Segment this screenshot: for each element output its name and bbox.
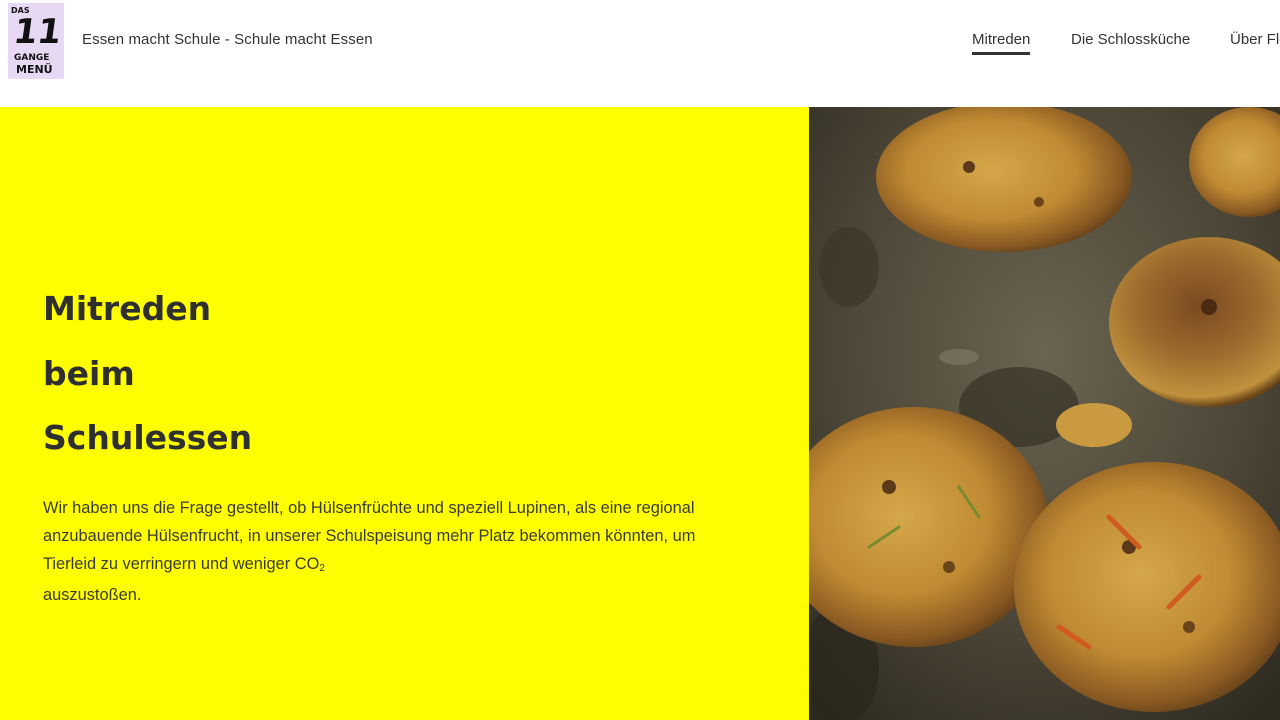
site-header: DAS 11 GANGE MENÜ Essen macht Schule - S… bbox=[0, 0, 1280, 107]
patties-photo bbox=[809, 107, 1280, 720]
hero-text-end: auszustoßen. bbox=[43, 586, 142, 604]
logo-text-number: 11 bbox=[11, 12, 64, 52]
hero-title-line: Mitreden bbox=[43, 289, 212, 328]
hero-description: Wir haben uns die Frage gestellt, ob Hül… bbox=[43, 494, 743, 609]
logo-text-gange: GANGE bbox=[14, 53, 49, 63]
hero-image bbox=[809, 107, 1280, 720]
nav-item-mitreden[interactable]: Mitreden bbox=[972, 31, 1031, 55]
site-title[interactable]: Essen macht Schule - Schule macht Essen bbox=[82, 31, 373, 48]
nav-item-schlosskueche[interactable]: Die Schlossküche bbox=[1071, 31, 1190, 48]
co2-subscript: 2 bbox=[319, 563, 325, 574]
logo-text-menu: MENÜ bbox=[16, 62, 53, 76]
hero-title-line: Schulessen bbox=[43, 418, 253, 457]
logo[interactable]: DAS 11 GANGE MENÜ bbox=[8, 3, 64, 79]
nav-item-ueber-flo[interactable]: Über Flo bbox=[1230, 31, 1280, 48]
hero-title: Mitreden beim Schulessen bbox=[43, 277, 252, 471]
hero-section: Mitreden beim Schulessen Wir haben uns d… bbox=[0, 107, 809, 720]
hero-text-main: Wir haben uns die Frage gestellt, ob Hül… bbox=[43, 499, 696, 573]
hero-title-line: beim bbox=[43, 353, 135, 393]
